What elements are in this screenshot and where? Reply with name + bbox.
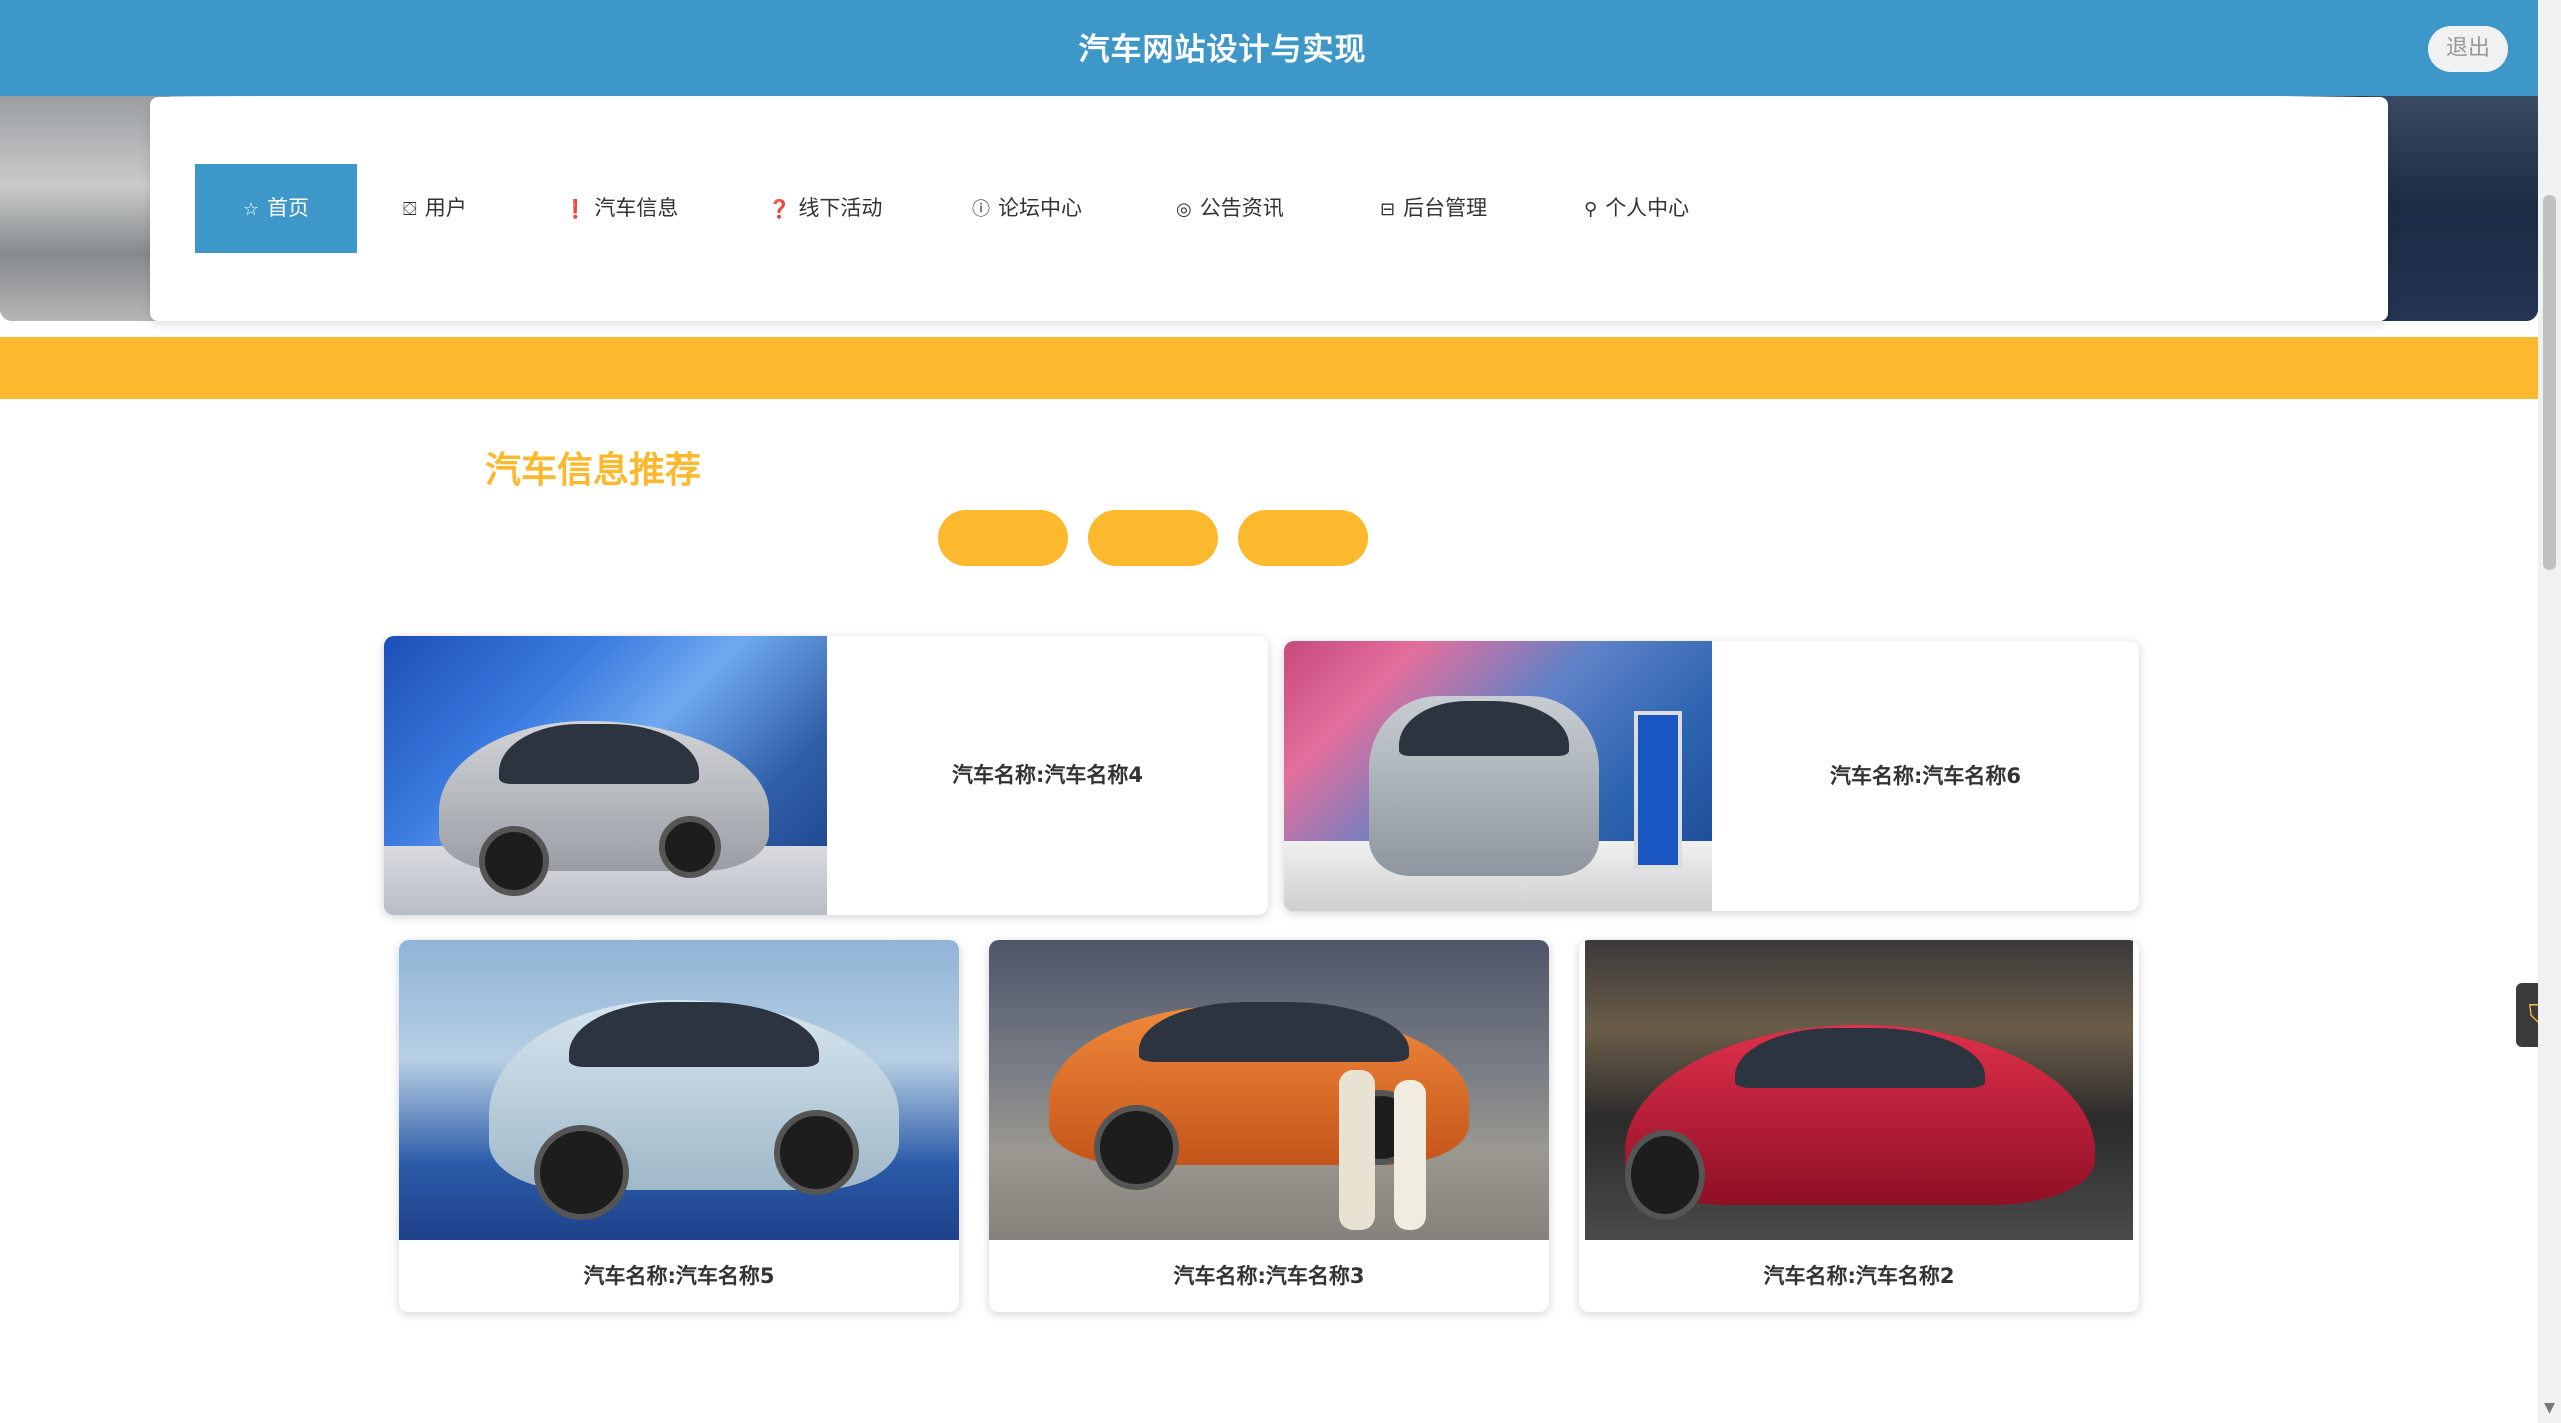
car-photo-5 — [399, 940, 959, 1240]
car-photo-2 — [1585, 940, 2133, 1240]
car-card-6[interactable]: 汽车名称:汽车名称6 — [1284, 641, 2139, 911]
section-title: 汽车信息推荐 — [485, 450, 702, 491]
banner-image-left — [0, 96, 170, 321]
scroll-down-arrow-icon[interactable]: ▼ — [2541, 1400, 2558, 1417]
car-photo-4 — [384, 636, 827, 915]
nav-item-announcements[interactable]: ◎ 公告资讯 — [1176, 164, 1284, 253]
filter-pill-1[interactable] — [938, 510, 1068, 566]
car-card-2[interactable]: 汽车名称:汽车名称2 — [1579, 940, 2139, 1312]
nav-item-profile[interactable]: ⚲ 个人中心 — [1584, 164, 1689, 253]
nav-item-label: 汽车信息 — [594, 196, 679, 220]
banner-image-right — [2368, 96, 2538, 321]
main-nav: ☆ 首页 ⛋ 用户 ❗ 汽车信息 ❓ 线下活动 ⓘ 论坛中心 ◎ 公告资讯 ⊟ 后台管理 ⚲ 个… — [150, 97, 2388, 321]
scrollbar-thumb[interactable] — [2543, 195, 2556, 570]
nav-item-label: 用户 — [424, 196, 467, 220]
nav-item-label: 后台管理 — [1403, 196, 1488, 220]
nav-item-label: 线下活动 — [798, 196, 883, 220]
target-icon: ◎ — [1176, 199, 1192, 220]
car-caption: 汽车名称:汽车名称6 — [1829, 764, 2021, 788]
filter-pill-2[interactable] — [1088, 510, 1218, 566]
car-card-3[interactable]: 汽车名称:汽车名称3 — [989, 940, 1549, 1312]
top-header: 汽车网站设计与实现 退出 — [0, 0, 2538, 96]
car-photo-3 — [989, 940, 1549, 1240]
bag-icon: ⛋ — [403, 199, 417, 220]
logout-button[interactable]: 退出 — [2428, 26, 2508, 72]
nav-item-label: 公告资讯 — [1199, 196, 1284, 220]
car-caption: 汽车名称:汽车名称5 — [583, 1264, 775, 1288]
car-photo-6 — [1284, 641, 1712, 911]
site-title: 汽车网站设计与实现 — [1078, 32, 1367, 68]
filter-pill-3[interactable] — [1238, 510, 1368, 566]
car-card-5[interactable]: 汽车名称:汽车名称5 — [399, 940, 959, 1312]
nav-item-label: 个人中心 — [1605, 196, 1690, 220]
accent-band — [0, 337, 2538, 399]
gift-icon: ⊟ — [1380, 199, 1396, 220]
nav-item-forum[interactable]: ⓘ 论坛中心 — [972, 164, 1082, 253]
car-card-4[interactable]: 汽车名称:汽车名称4 — [384, 636, 1268, 915]
car-caption: 汽车名称:汽车名称3 — [1173, 1264, 1365, 1288]
nav-item-car-info[interactable]: ❗ 汽车信息 — [564, 164, 678, 253]
car-caption: 汽车名称:汽车名称2 — [1763, 1264, 1955, 1288]
nav-item-offline-events[interactable]: ❓ 线下活动 — [768, 164, 882, 253]
info-circle-icon: ⓘ — [972, 199, 990, 220]
nav-item-label: 论坛中心 — [998, 196, 1082, 220]
user-icon: ⚲ — [1584, 199, 1598, 220]
exclamation-circle-icon: ❗ — [564, 199, 587, 220]
star-icon: ☆ — [242, 199, 260, 220]
nav-item-admin[interactable]: ⊟ 后台管理 — [1380, 164, 1487, 253]
nav-item-home[interactable]: ☆ 首页 — [195, 164, 357, 253]
nav-item-users[interactable]: ⛋ 用户 — [403, 164, 467, 253]
question-circle-icon: ❓ — [768, 199, 791, 220]
nav-item-label: 首页 — [267, 196, 310, 220]
car-caption: 汽车名称:汽车名称4 — [951, 763, 1143, 787]
